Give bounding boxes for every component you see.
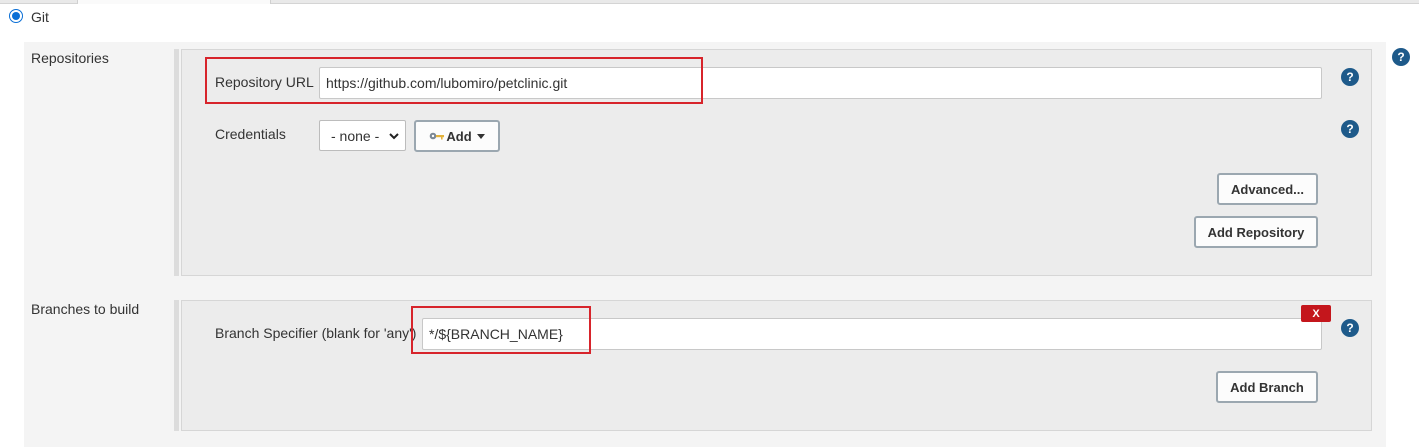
branches-drag-handle[interactable]	[174, 300, 179, 431]
top-tab[interactable]	[77, 0, 271, 4]
credentials-selected-value: - none -	[331, 127, 380, 144]
chevron-down-icon	[389, 133, 399, 140]
credentials-help-icon[interactable]: ?	[1341, 120, 1359, 138]
branch-specifier-highlight-box	[411, 306, 591, 354]
credentials-select[interactable]: - none -	[319, 120, 406, 151]
repository-url-help-icon[interactable]: ?	[1341, 68, 1359, 86]
add-credentials-label: Add	[446, 128, 472, 144]
git-help-icon[interactable]: ?	[1392, 48, 1410, 66]
credentials-label: Credentials	[215, 126, 286, 142]
add-repository-button[interactable]: Add Repository	[1194, 216, 1318, 248]
repositories-drag-handle[interactable]	[174, 49, 179, 276]
git-radio-button[interactable]	[9, 9, 23, 23]
add-credentials-button[interactable]: Add	[414, 120, 500, 152]
branch-specifier-help-icon[interactable]: ?	[1341, 319, 1359, 337]
delete-branch-button[interactable]: X	[1301, 305, 1331, 322]
advanced-button[interactable]: Advanced...	[1217, 173, 1318, 205]
add-branch-button[interactable]: Add Branch	[1216, 371, 1318, 403]
branch-specifier-label: Branch Specifier (blank for 'any')	[215, 325, 417, 341]
caret-down-icon	[476, 133, 485, 139]
repositories-label: Repositories	[31, 50, 109, 66]
branches-to-build-label: Branches to build	[31, 301, 140, 317]
repository-url-highlight-box	[205, 57, 703, 104]
key-icon	[430, 132, 445, 140]
git-radio-label: Git	[31, 9, 49, 25]
